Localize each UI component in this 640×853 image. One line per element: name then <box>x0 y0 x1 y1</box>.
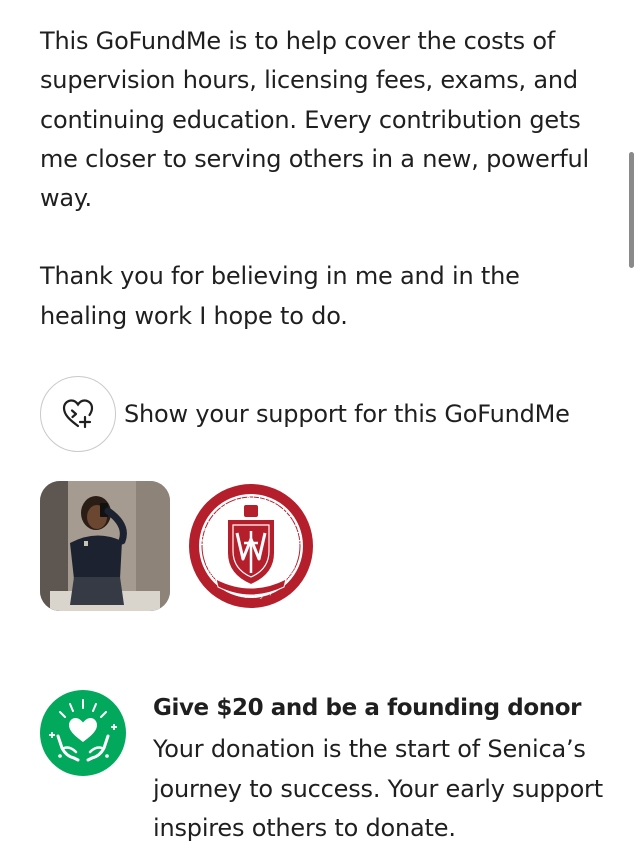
show-support-label[interactable]: Show your support for this GoFundMe <box>124 400 570 428</box>
campaign-photo[interactable] <box>40 481 170 611</box>
heart-plus-icon <box>62 399 94 429</box>
walsh-university-logo[interactable]: WALSH UNIVERSITY A Catholic University o… <box>186 481 316 611</box>
story-paragraph-2: Thank you for believing in me and in the… <box>40 262 520 330</box>
story-text: This GoFundMe is to help cover the costs… <box>40 22 610 375</box>
founding-donor-description: Your donation is the start of Senica’s j… <box>153 735 603 842</box>
show-support-button[interactable] <box>40 376 116 452</box>
hands-heart-icon <box>40 690 126 776</box>
person-photo-illustration <box>40 481 170 611</box>
scrollbar[interactable] <box>629 152 634 268</box>
media-gallery: WALSH UNIVERSITY A Catholic University o… <box>40 481 316 611</box>
founding-donor-title: Give $20 and be a founding donor <box>153 695 582 721</box>
story-paragraph-1: This GoFundMe is to help cover the costs… <box>40 27 589 213</box>
founding-donor-text: Give $20 and be a founding donor Your do… <box>153 690 613 849</box>
university-seal: WALSH UNIVERSITY A Catholic University o… <box>189 484 313 608</box>
support-row[interactable]: Show your support for this GoFundMe <box>40 376 570 452</box>
